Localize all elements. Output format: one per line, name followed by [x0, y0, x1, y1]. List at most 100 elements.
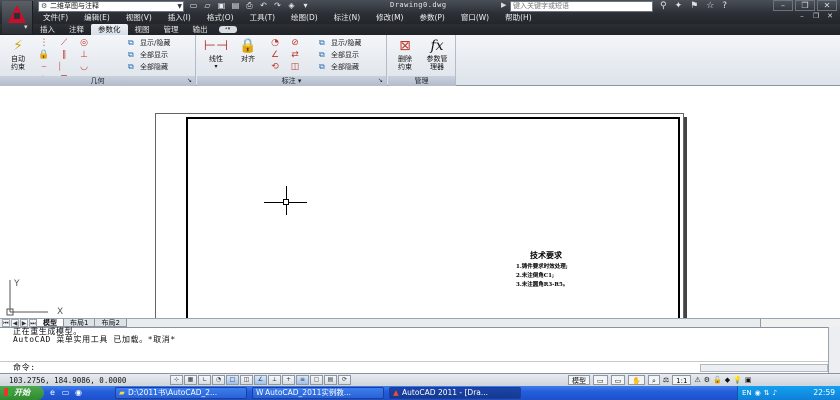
tab-layout2[interactable]: 布局2 [94, 319, 127, 327]
subscription-icon[interactable]: ✦ [675, 1, 683, 11]
menu-tools[interactable]: 工具(T) [242, 12, 283, 23]
doc-close-icon[interactable]: ✕ [824, 12, 836, 23]
annotation-visibility-icon[interactable]: ⚠ [694, 375, 700, 385]
volume-icon[interactable]: ♪ [773, 386, 777, 400]
menu-window[interactable]: 窗口(W) [453, 12, 497, 23]
ortho-mode-icon[interactable]: ∟ [198, 375, 211, 385]
start-button[interactable]: 开始 [0, 386, 44, 400]
polar-tracking-icon[interactable]: ◔ [212, 375, 225, 385]
dim-hide-all-button[interactable]: ⧉ 全部隐藏 [319, 61, 359, 73]
help-icon[interactable]: ? [722, 1, 727, 11]
command-scrollbar[interactable] [828, 327, 840, 373]
save-icon[interactable]: ▣ [216, 1, 227, 11]
undo-icon[interactable]: ↶ [258, 1, 269, 11]
convert-icon[interactable]: ⇄ [285, 49, 305, 61]
print-icon[interactable]: ⎙ [244, 1, 255, 11]
technical-requirements-note[interactable]: 技术要求 1.铸件要求时效处理; 2.未注倒角C1; 3.未注圆角R3-R5。 [516, 250, 568, 290]
desktop-icon[interactable]: ▭ [61, 388, 70, 398]
taskbar-item-word[interactable]: W AutoCAD_2011实例教... [252, 387, 384, 399]
quick-view-drawings-icon[interactable]: ▭ [610, 375, 626, 385]
tab-manage[interactable]: 管理 [157, 24, 186, 35]
tab-model[interactable]: 模型 [36, 319, 64, 327]
delete-constraints-button[interactable]: ⊠ 删除约束 [392, 37, 418, 71]
coincident-icon[interactable]: ⋮ [34, 37, 54, 49]
isolate-objects-icon[interactable]: 💡 [733, 375, 742, 385]
communication-center-icon[interactable]: ⚑ [690, 1, 698, 11]
pan-icon[interactable]: ✋ [628, 375, 645, 385]
model-space-toggle[interactable]: 模型 [568, 375, 590, 385]
ie-icon[interactable]: e [48, 388, 57, 398]
horizontal-scrollbar[interactable] [760, 319, 840, 327]
media-icon[interactable]: ◉ [74, 388, 83, 398]
command-horizontal-scrollbar[interactable] [700, 364, 828, 372]
antivirus-icon[interactable]: ◉ [755, 386, 761, 400]
auto-constrain-button[interactable]: ⚡ 自动约束 [5, 37, 31, 71]
menu-draw[interactable]: 绘图(D) [283, 12, 326, 23]
aligned-button[interactable]: 🔒 对齐 [235, 37, 261, 63]
workspace-selector[interactable]: ⚙ 二维草图与注释 ▼ [38, 1, 184, 12]
minimize-button[interactable]: – [773, 0, 793, 11]
quick-properties-icon[interactable]: ▤ [324, 375, 337, 385]
snap-mode-icon[interactable]: ⊹ [170, 375, 183, 385]
tangent-icon[interactable]: ◡ [74, 61, 94, 73]
prev-tab-icon[interactable]: ◀ [11, 319, 19, 327]
first-tab-icon[interactable]: ⏮ [2, 319, 10, 327]
concentric-icon[interactable]: ◎ [74, 37, 94, 49]
favorites-star-icon[interactable]: ☆ [706, 1, 714, 11]
new-icon[interactable]: ▭ [188, 1, 199, 11]
language-bar-icon[interactable]: EN [742, 386, 752, 400]
menu-dimension[interactable]: 标注(N) [326, 12, 368, 23]
menu-view[interactable]: 视图(V) [118, 12, 160, 23]
dynamic-input-icon[interactable]: + [282, 375, 295, 385]
binoculars-icon[interactable]: ⚲ [660, 1, 667, 11]
geo-hide-all-button[interactable]: ⧉ 全部隐藏 [128, 61, 168, 73]
tab-output[interactable]: 输出 [186, 24, 215, 35]
lock-icon[interactable]: 🔓 [713, 375, 722, 385]
lineweight-icon[interactable]: ≡ [296, 375, 309, 385]
transparency-icon[interactable]: ▢ [310, 375, 323, 385]
linear-button[interactable]: ⊢⊣ 线性 ▾ [203, 37, 229, 71]
fix-icon[interactable]: 🔒 [34, 49, 54, 61]
menu-format[interactable]: 格式(O) [199, 12, 242, 23]
3d-object-snap-icon[interactable]: ◫ [240, 375, 253, 385]
menu-file[interactable]: 文件(F) [35, 12, 76, 23]
close-button[interactable]: ✕ [817, 0, 837, 11]
search-input[interactable] [510, 1, 653, 12]
menu-help[interactable]: 帮助(H) [497, 12, 540, 23]
restore-button[interactable]: ❐ [795, 0, 815, 11]
collinear-icon[interactable]: ⟋ [54, 37, 74, 49]
next-tab-icon[interactable]: ▶ [20, 319, 28, 327]
perpendicular-icon[interactable]: ⊥ [74, 49, 94, 61]
open-icon[interactable]: ▱ [202, 1, 213, 11]
object-snap-tracking-icon[interactable]: ∠ [254, 375, 267, 385]
chevron-down-icon[interactable]: ▾ [298, 77, 302, 85]
selection-cycling-icon[interactable]: ⟳ [338, 375, 351, 385]
parameters-manager-button[interactable]: fx 参数管理器 [424, 37, 450, 71]
menu-edit[interactable]: 编辑(E) [76, 12, 118, 23]
ribbon-toggle-button[interactable]: •▾ [218, 26, 237, 33]
network-icon[interactable]: ⇅ [764, 386, 770, 400]
geo-show-hide-button[interactable]: ⧉ 显示/隐藏 [128, 37, 170, 49]
tab-parametric[interactable]: 参数化 [91, 24, 128, 35]
hardware-accel-icon[interactable]: ◆ [725, 375, 730, 385]
constraint-mode-icon[interactable]: ◫ [285, 61, 305, 73]
object-snap-icon[interactable]: □ [226, 375, 239, 385]
coordinate-readout[interactable]: 103.2756, 184.9086, 0.0000 [9, 376, 126, 385]
application-menu-button[interactable]: ▾ [2, 1, 33, 34]
save-as-icon[interactable]: ▤ [230, 1, 241, 11]
drawing-canvas[interactable]: 技术要求 1.铸件要求时效处理; 2.未注倒角C1; 3.未注圆角R3-R5。 … [0, 86, 840, 318]
tab-insert[interactable]: 插入 [33, 24, 62, 35]
workspace-icon[interactable]: ◈ [286, 1, 297, 11]
menu-parametric[interactable]: 参数(P) [411, 12, 452, 23]
grid-display-icon[interactable]: ▦ [184, 375, 197, 385]
taskbar-item-explorer[interactable]: ▰ D:\2011书\AutoCAD_2... [115, 387, 247, 399]
taskbar-item-autocad[interactable]: ▲ AutoCAD 2011 - [Dra... [389, 387, 521, 399]
horizontal-icon[interactable]: ⎯ [34, 61, 54, 73]
clean-screen-icon[interactable]: ▣ [745, 375, 752, 385]
dim-show-all-button[interactable]: ⧉ 全部显示 [319, 49, 359, 61]
dialog-launcher-icon[interactable]: ↘ [378, 76, 383, 86]
menu-insert[interactable]: 插入(I) [160, 12, 199, 23]
doc-restore-icon[interactable]: ❐ [810, 12, 822, 23]
tab-annotate[interactable]: 注释 [62, 24, 91, 35]
angular-icon[interactable]: ∠ [265, 49, 285, 61]
